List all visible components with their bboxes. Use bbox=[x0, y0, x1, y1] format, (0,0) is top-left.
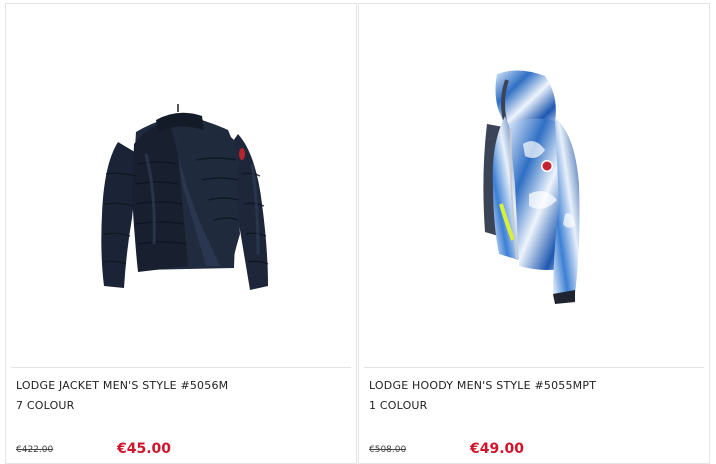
product-title[interactable]: LODGE JACKET MEN'S STYLE #5056M bbox=[16, 379, 228, 392]
product-grid: LODGE JACKET MEN'S STYLE #5056M 7 COLOUR… bbox=[0, 0, 716, 464]
product-image-link[interactable] bbox=[359, 4, 709, 366]
sale-price: €45.00 bbox=[117, 441, 172, 457]
product-colour-count: 1 COLOUR bbox=[369, 399, 428, 412]
blue-print-hoody-image[interactable] bbox=[359, 4, 711, 366]
card-divider bbox=[364, 367, 704, 368]
sale-price: €49.00 bbox=[470, 441, 525, 457]
card-divider bbox=[11, 367, 351, 368]
product-title[interactable]: LODGE HOODY MEN'S STYLE #5055MPT bbox=[369, 379, 596, 392]
product-image-link[interactable] bbox=[6, 4, 356, 366]
product-card-lodge-jacket[interactable]: LODGE JACKET MEN'S STYLE #5056M 7 COLOUR… bbox=[5, 3, 357, 464]
original-price: €508.00 bbox=[369, 445, 407, 455]
original-price: €422.00 bbox=[16, 445, 54, 455]
product-card-lodge-hoody[interactable]: LODGE HOODY MEN'S STYLE #5055MPT 1 COLOU… bbox=[358, 3, 710, 464]
product-colour-count: 7 COLOUR bbox=[16, 399, 75, 412]
navy-down-jacket-image[interactable] bbox=[6, 4, 358, 366]
